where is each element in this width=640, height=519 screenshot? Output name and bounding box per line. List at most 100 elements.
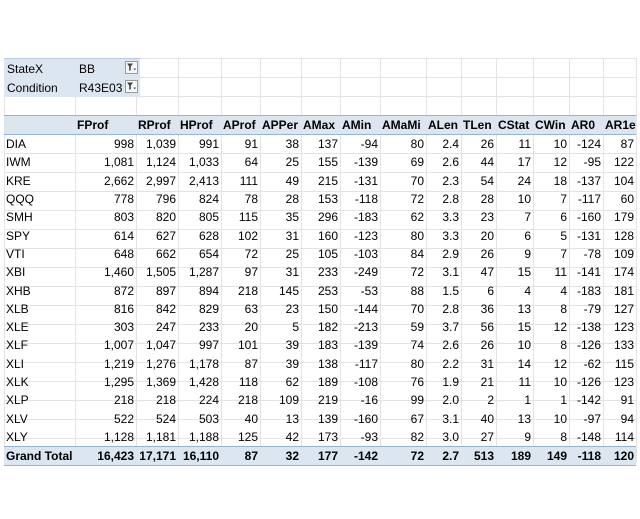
value-cell[interactable]: 8	[533, 336, 569, 354]
value-cell[interactable]: 123	[603, 318, 636, 336]
grand-total-cell[interactable]: 72	[380, 446, 426, 467]
value-cell[interactable]: 26	[461, 336, 496, 354]
value-cell[interactable]: 23	[260, 300, 301, 318]
value-cell[interactable]: 27	[461, 428, 496, 447]
value-cell[interactable]: 105	[301, 245, 340, 263]
value-cell[interactable]: 125	[221, 428, 260, 447]
value-cell[interactable]: 25	[260, 245, 301, 263]
value-cell[interactable]: -95	[569, 153, 603, 171]
value-cell[interactable]: 2.8	[426, 190, 461, 208]
value-cell[interactable]: -123	[340, 226, 380, 244]
value-cell[interactable]: 524	[136, 409, 178, 427]
value-cell[interactable]: 1,033	[178, 153, 221, 171]
value-cell[interactable]: 1,460	[75, 263, 136, 281]
value-cell[interactable]: 97	[221, 263, 260, 281]
value-cell[interactable]: 1,007	[75, 336, 136, 354]
value-cell[interactable]: 1,505	[136, 263, 178, 281]
value-cell[interactable]: 62	[260, 373, 301, 391]
value-cell[interactable]: 2,997	[136, 172, 178, 190]
value-cell[interactable]: 10	[496, 190, 533, 208]
value-cell[interactable]: 1,128	[75, 428, 136, 447]
row-label-cell[interactable]: XLE	[4, 318, 75, 336]
value-cell[interactable]: 215	[301, 172, 340, 190]
row-label-header[interactable]	[4, 115, 75, 135]
value-cell[interactable]: 63	[221, 300, 260, 318]
value-cell[interactable]: 2,413	[178, 172, 221, 190]
value-cell[interactable]: 5	[533, 226, 569, 244]
value-cell[interactable]: 56	[461, 318, 496, 336]
value-cell[interactable]: 991	[178, 135, 221, 154]
value-cell[interactable]: 84	[380, 245, 426, 263]
value-cell[interactable]: 218	[136, 391, 178, 409]
value-cell[interactable]: 67	[380, 409, 426, 427]
value-cell[interactable]: 155	[301, 153, 340, 171]
grand-total-label[interactable]: Grand Total	[4, 446, 75, 467]
value-cell[interactable]: 2.4	[426, 135, 461, 154]
value-cell[interactable]: -62	[569, 355, 603, 373]
value-cell[interactable]: 1,188	[178, 428, 221, 447]
value-cell[interactable]: 1,181	[136, 428, 178, 447]
value-cell[interactable]: 173	[301, 428, 340, 447]
value-cell[interactable]: 78	[221, 190, 260, 208]
value-cell[interactable]: 76	[380, 373, 426, 391]
value-cell[interactable]: 70	[380, 300, 426, 318]
value-cell[interactable]: -93	[340, 428, 380, 447]
value-cell[interactable]: 47	[461, 263, 496, 281]
value-cell[interactable]: 824	[178, 190, 221, 208]
value-cell[interactable]: 40	[221, 409, 260, 427]
value-cell[interactable]: 894	[178, 281, 221, 299]
row-label-cell[interactable]: XLF	[4, 336, 75, 354]
value-cell[interactable]: 303	[75, 318, 136, 336]
value-cell[interactable]: 820	[136, 208, 178, 226]
value-cell[interactable]: 40	[461, 409, 496, 427]
value-cell[interactable]: 10	[533, 409, 569, 427]
value-cell[interactable]: 12	[533, 318, 569, 336]
column-header[interactable]: CWin	[533, 115, 569, 135]
column-header[interactable]: AMax	[301, 115, 340, 135]
value-cell[interactable]: 3.7	[426, 318, 461, 336]
row-label-cell[interactable]: SMH	[4, 208, 75, 226]
value-cell[interactable]: 648	[75, 245, 136, 263]
value-cell[interactable]: 805	[178, 208, 221, 226]
value-cell[interactable]: 109	[260, 391, 301, 409]
value-cell[interactable]: 115	[603, 355, 636, 373]
value-cell[interactable]: 503	[178, 409, 221, 427]
value-cell[interactable]: -108	[340, 373, 380, 391]
value-cell[interactable]: -138	[569, 318, 603, 336]
grand-total-cell[interactable]: -142	[340, 446, 380, 467]
value-cell[interactable]: 26	[461, 245, 496, 263]
value-cell[interactable]: 1,219	[75, 355, 136, 373]
value-cell[interactable]: 9	[496, 245, 533, 263]
value-cell[interactable]: 522	[75, 409, 136, 427]
value-cell[interactable]: 233	[301, 263, 340, 281]
value-cell[interactable]: 145	[260, 281, 301, 299]
value-cell[interactable]: -148	[569, 428, 603, 447]
value-cell[interactable]: 31	[461, 355, 496, 373]
value-cell[interactable]: 3.1	[426, 263, 461, 281]
value-cell[interactable]: 3.3	[426, 208, 461, 226]
value-cell[interactable]: 25	[260, 153, 301, 171]
value-cell[interactable]: 2.9	[426, 245, 461, 263]
value-cell[interactable]: 87	[603, 135, 636, 154]
value-cell[interactable]: 70	[380, 172, 426, 190]
value-cell[interactable]: 153	[301, 190, 340, 208]
value-cell[interactable]: 4	[533, 281, 569, 299]
value-cell[interactable]: 17	[496, 153, 533, 171]
value-cell[interactable]: 160	[301, 226, 340, 244]
value-cell[interactable]: 627	[136, 226, 178, 244]
value-cell[interactable]: 54	[461, 172, 496, 190]
value-cell[interactable]: 60	[603, 190, 636, 208]
value-cell[interactable]: 9	[496, 428, 533, 447]
value-cell[interactable]: 137	[301, 135, 340, 154]
value-cell[interactable]: 6	[461, 281, 496, 299]
value-cell[interactable]: 3.0	[426, 428, 461, 447]
value-cell[interactable]: -139	[340, 153, 380, 171]
grand-total-cell[interactable]: 189	[496, 446, 533, 467]
value-cell[interactable]: 80	[380, 355, 426, 373]
value-cell[interactable]: 7	[533, 190, 569, 208]
value-cell[interactable]: 1.5	[426, 281, 461, 299]
value-cell[interactable]: 64	[221, 153, 260, 171]
value-cell[interactable]: 15	[496, 263, 533, 281]
value-cell[interactable]: 118	[221, 373, 260, 391]
value-cell[interactable]: 7	[533, 245, 569, 263]
